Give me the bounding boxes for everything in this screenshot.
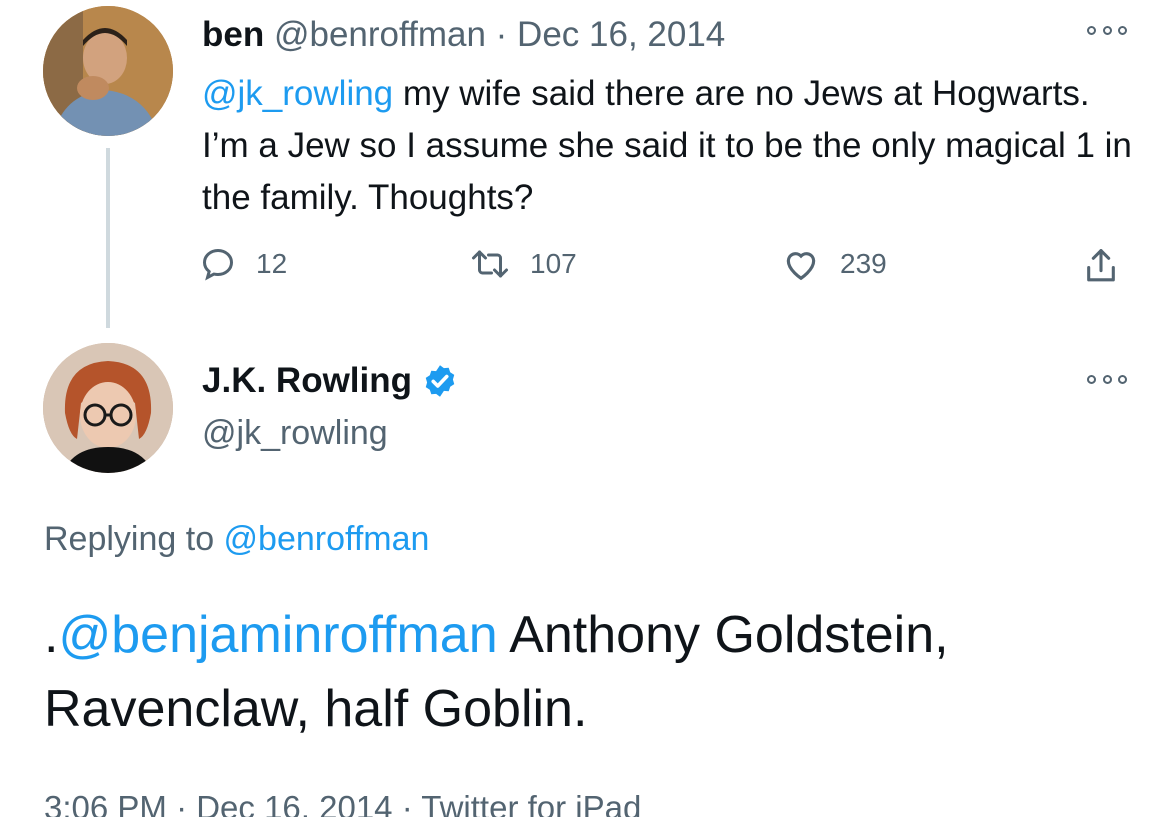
replying-to-line: Replying to @benroffman bbox=[44, 518, 429, 560]
parent-display-name[interactable]: ben bbox=[202, 15, 264, 54]
header-separator: · bbox=[495, 15, 508, 54]
share-icon bbox=[1087, 249, 1115, 282]
heart-icon bbox=[786, 252, 816, 281]
more-options-icon[interactable] bbox=[1087, 23, 1127, 37]
reply-button[interactable]: 12 bbox=[200, 246, 287, 282]
share-button[interactable] bbox=[1084, 246, 1138, 286]
replying-to-handle[interactable]: @benroffman bbox=[224, 520, 430, 558]
retweet-button[interactable]: 107 bbox=[470, 246, 577, 282]
like-count: 239 bbox=[840, 248, 887, 279]
reply-display-name[interactable]: J.K. Rowling bbox=[202, 360, 412, 402]
reply-timestamp[interactable]: 3:06 PM · Dec 16, 2014 · Twitter for iPa… bbox=[44, 788, 641, 817]
retweet-count: 107 bbox=[530, 248, 577, 279]
retweet-icon bbox=[472, 250, 508, 278]
tweet-actions-bar: 12 107 239 bbox=[200, 246, 1140, 290]
avatar-jk-rowling[interactable] bbox=[43, 343, 173, 473]
avatar-ben[interactable] bbox=[43, 6, 173, 136]
more-options-icon[interactable] bbox=[1087, 372, 1127, 386]
parent-date[interactable]: Dec 16, 2014 bbox=[517, 15, 725, 54]
parent-handle[interactable]: @benroffman bbox=[274, 15, 486, 54]
mention-link[interactable]: @jk_rowling bbox=[202, 74, 393, 113]
reply-tweet-text: .@benjaminroffman Anthony Goldstein, Rav… bbox=[44, 598, 1134, 746]
reply-count: 12 bbox=[256, 248, 288, 279]
reply-handle[interactable]: @jk_rowling bbox=[202, 412, 388, 454]
replying-to-label: Replying to bbox=[44, 520, 224, 558]
like-button[interactable]: 239 bbox=[782, 246, 887, 282]
parent-tweet-header: ben @benroffman · Dec 16, 2014 bbox=[202, 14, 725, 56]
reply-text-prefix: . bbox=[44, 606, 59, 664]
parent-tweet-text: @jk_rowling my wife said there are no Je… bbox=[202, 68, 1132, 224]
verified-badge-icon bbox=[425, 365, 455, 397]
reply-author-name-row: J.K. Rowling bbox=[202, 360, 458, 402]
tweet-thread: ben @benroffman · Dec 16, 2014 @jk_rowli… bbox=[0, 0, 1170, 817]
reply-icon bbox=[202, 248, 234, 281]
reply-mention-link[interactable]: @benjaminroffman bbox=[58, 606, 497, 664]
thread-connector-line bbox=[106, 148, 110, 328]
